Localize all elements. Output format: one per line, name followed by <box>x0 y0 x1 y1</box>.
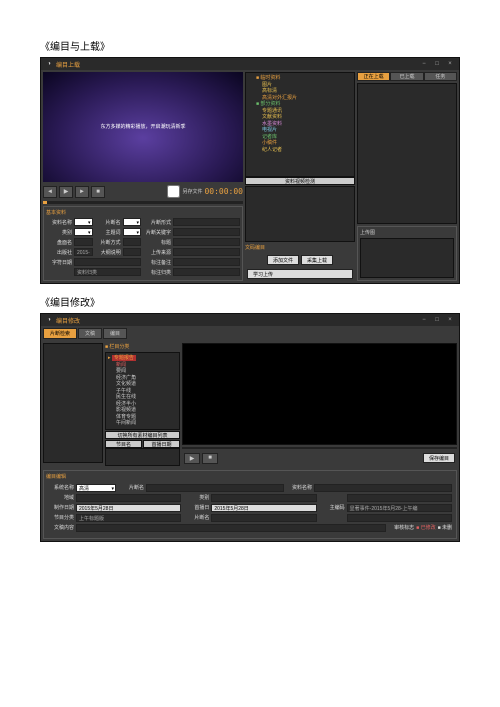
window-title: 编目修改 <box>56 316 416 325</box>
program-grid[interactable] <box>105 448 180 466</box>
minimize-button[interactable]: − <box>419 317 429 323</box>
video-overlay-text: 东方多媒的精彩播放，开启潮玩清新季 <box>100 124 185 131</box>
delete-flag: ■ 未删 <box>438 524 452 531</box>
tab-script[interactable]: 文稿 <box>78 328 102 339</box>
tab-tasks[interactable]: 任务 <box>424 72 457 81</box>
main-code-field[interactable]: 显著事件-2015年5月28-上午编 <box>347 504 452 512</box>
app-icon: ◑ <box>45 60 53 68</box>
material-name-select[interactable] <box>74 218 93 226</box>
category-field[interactable]: 资料归类 <box>74 268 141 276</box>
first-air-field[interactable]: 2015年5月28日 <box>211 504 316 512</box>
minimize-button[interactable]: − <box>419 61 429 67</box>
modified-flag: ■ 已修改 <box>416 524 435 531</box>
play-button[interactable]: ▶ <box>184 453 200 464</box>
app-icon: ◑ <box>45 316 53 324</box>
next-button[interactable]: ► <box>75 186 89 198</box>
tab-clip-search[interactable]: 片断检索 <box>43 328 77 339</box>
time-display: 00:00:00 <box>204 187 243 196</box>
basic-info-panel: 基本资料 资料名称片断名 类别主题词 盘面名片断方式 出版社2015-5-26大… <box>43 206 243 281</box>
progress-bar[interactable] <box>182 447 457 449</box>
clear-button[interactable]: 学习上传 <box>247 269 353 279</box>
make-date-field[interactable]: 2015年5月28日 <box>76 504 181 512</box>
close-button[interactable]: × <box>445 61 455 67</box>
column-tree[interactable]: ▸ 专题报告 新闻 要闻 经济广角 文化频道 子午线 民生在线 经济半小 影视频… <box>105 352 180 430</box>
keyword-select[interactable] <box>123 228 142 236</box>
disc-name-field[interactable] <box>74 238 93 246</box>
thumbnail-box[interactable] <box>360 238 454 278</box>
catalog-edit-panel: 编目编辑 系统名称高清 片断名 资料名称 地域 类别 制作日期2015年5月28… <box>43 470 457 539</box>
system-name-select[interactable]: 高清 <box>76 484 116 492</box>
maximize-button[interactable]: □ <box>432 317 442 323</box>
video-preview[interactable]: 东方多媒的精彩播放，开启潮玩清新季 <box>43 72 243 182</box>
tab-catalog[interactable]: 编目 <box>103 328 127 339</box>
category-select[interactable] <box>74 228 93 236</box>
add-file-button[interactable]: 添加文件 <box>267 255 299 265</box>
window-catalog-edit: ◑ 编目修改 − □ × 片断检索 文稿 编目 ■ 栏目分类 ▸ 专题报告 新闻… <box>40 313 460 542</box>
maximize-button[interactable]: □ <box>432 61 442 67</box>
window-catalog-upload: ◑ 编目上载 − □ × 东方多媒的精彩播放，开启潮玩清新季 ◄ ▶ ► ■ 另… <box>40 57 460 284</box>
toggle-caption[interactable]: 切换所有素材编目列表 <box>105 431 180 439</box>
main-tabs: 片断检索 文稿 编目 <box>41 326 459 341</box>
tab-uploading[interactable]: 正在上载 <box>357 72 390 81</box>
capture-list[interactable] <box>245 186 355 242</box>
video-controls: ◄ ▶ ► ■ 另存文件 00:00:00 <box>43 182 243 201</box>
titlebar: ◑ 编目上载 − □ × <box>41 58 459 70</box>
stop-button[interactable]: ■ <box>91 186 105 198</box>
prev-button[interactable]: ◄ <box>43 186 57 198</box>
window-title: 编目上载 <box>56 60 416 69</box>
save-file-checkbox[interactable]: 另存文件 <box>167 185 202 198</box>
publisher-field[interactable]: 2015-5-26 <box>74 248 93 256</box>
video-preview[interactable] <box>182 343 457 445</box>
image-panel: 上传图 <box>357 226 457 281</box>
tab-uploaded[interactable]: 已上载 <box>390 72 423 81</box>
capture-upload-button[interactable]: 采集上载 <box>301 255 333 265</box>
caption-edit: 《编目修改》 <box>40 294 460 309</box>
capture-header: 资料视频检测 <box>245 177 355 185</box>
material-tree[interactable]: ■ 临时资料 图片 高标清 高清对外汇报片 ■ 部分资料 专题通讯 文献资料 水… <box>245 72 355 177</box>
clip-name-select[interactable] <box>123 218 142 226</box>
upload-list[interactable] <box>357 83 457 224</box>
blank-zone <box>43 343 103 463</box>
stop-button[interactable]: ■ <box>202 453 218 464</box>
save-catalog-button[interactable]: 保存编目 <box>423 453 455 463</box>
upload-tabs: 正在上载 已上载 任务 <box>357 72 457 81</box>
close-button[interactable]: × <box>445 317 455 323</box>
caption-upload: 《编目与上载》 <box>40 38 460 53</box>
play-button[interactable]: ▶ <box>59 186 73 198</box>
